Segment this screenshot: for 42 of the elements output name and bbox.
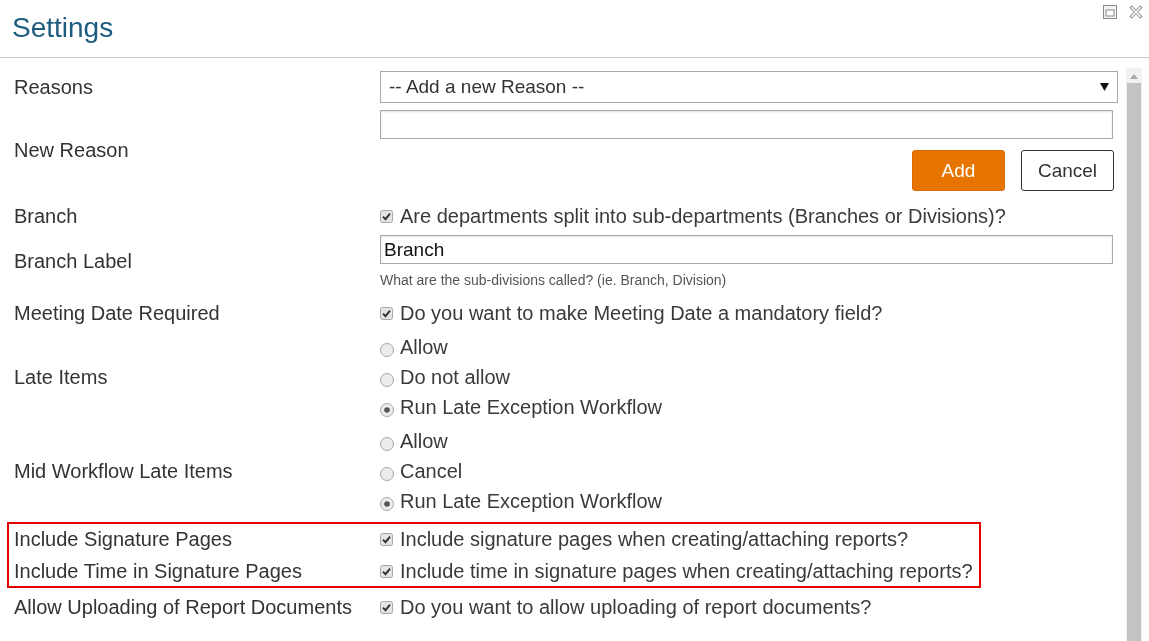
setting-label: Reasons: [14, 75, 94, 99]
text-input[interactable]: Branch: [380, 235, 1113, 264]
dropdown-arrow-icon: [1100, 83, 1109, 91]
radio-button[interactable]: [380, 343, 394, 357]
radio-button[interactable]: [380, 437, 394, 451]
setting-label: Include Signature Pages: [14, 527, 233, 551]
setting-label: Branch Label: [14, 250, 133, 273]
setting-label: New Reason: [14, 139, 130, 162]
setting-label: Allow Uploading of Report Documents: [14, 595, 353, 619]
radio-label: Run Late Exception Workflow: [400, 489, 662, 513]
setting-label: Meeting Date Required: [14, 301, 221, 325]
reason-select[interactable]: -- Add a new Reason --: [380, 71, 1118, 103]
setting-label: Branch: [14, 204, 79, 228]
checkbox[interactable]: [380, 209, 393, 223]
radio-label: Allow: [400, 429, 448, 453]
radio-button[interactable]: [380, 467, 394, 481]
radio-label: Do not allow: [400, 365, 511, 389]
window-title: Settings: [12, 12, 114, 44]
checkbox-label: Are departments split into sub-departments (Branches or Divisions)?: [400, 204, 1006, 228]
radio-label: Cancel: [400, 459, 463, 483]
scroll-up-icon[interactable]: [1130, 74, 1138, 79]
new-reason-input[interactable]: [380, 110, 1113, 139]
checkbox-label: Include signature pages when creating/attaching reports?: [400, 527, 909, 551]
close-icon[interactable]: [1129, 5, 1143, 19]
checkbox[interactable]: [380, 306, 393, 320]
setting-label: Late Items: [14, 365, 109, 389]
radio-button[interactable]: [380, 497, 394, 511]
maximize-icon[interactable]: [1103, 5, 1117, 19]
checkbox-label: Do you want to allow uploading of report documents?: [400, 595, 872, 619]
radio-label: Run Late Exception Workflow: [400, 395, 662, 419]
checkbox-label: Include time in signature pages when creating/attaching reports?: [400, 559, 973, 583]
setting-label: Include Time in Signature Pages: [14, 559, 303, 583]
radio-button[interactable]: [380, 373, 394, 387]
cancel-button[interactable]: Cancel: [1021, 150, 1114, 191]
radio-button[interactable]: [380, 403, 394, 417]
checkbox[interactable]: [380, 532, 393, 546]
setting-label: Mid Workflow Late Items: [14, 459, 234, 483]
checkbox-label: Do you want to make Meeting Date a mandatory field?: [400, 301, 883, 325]
field-hint: What are the sub-divisions called? (ie. Branch, Division): [380, 272, 727, 288]
checkbox[interactable]: [380, 564, 393, 578]
radio-label: Allow: [400, 335, 448, 359]
checkbox[interactable]: [380, 600, 393, 614]
